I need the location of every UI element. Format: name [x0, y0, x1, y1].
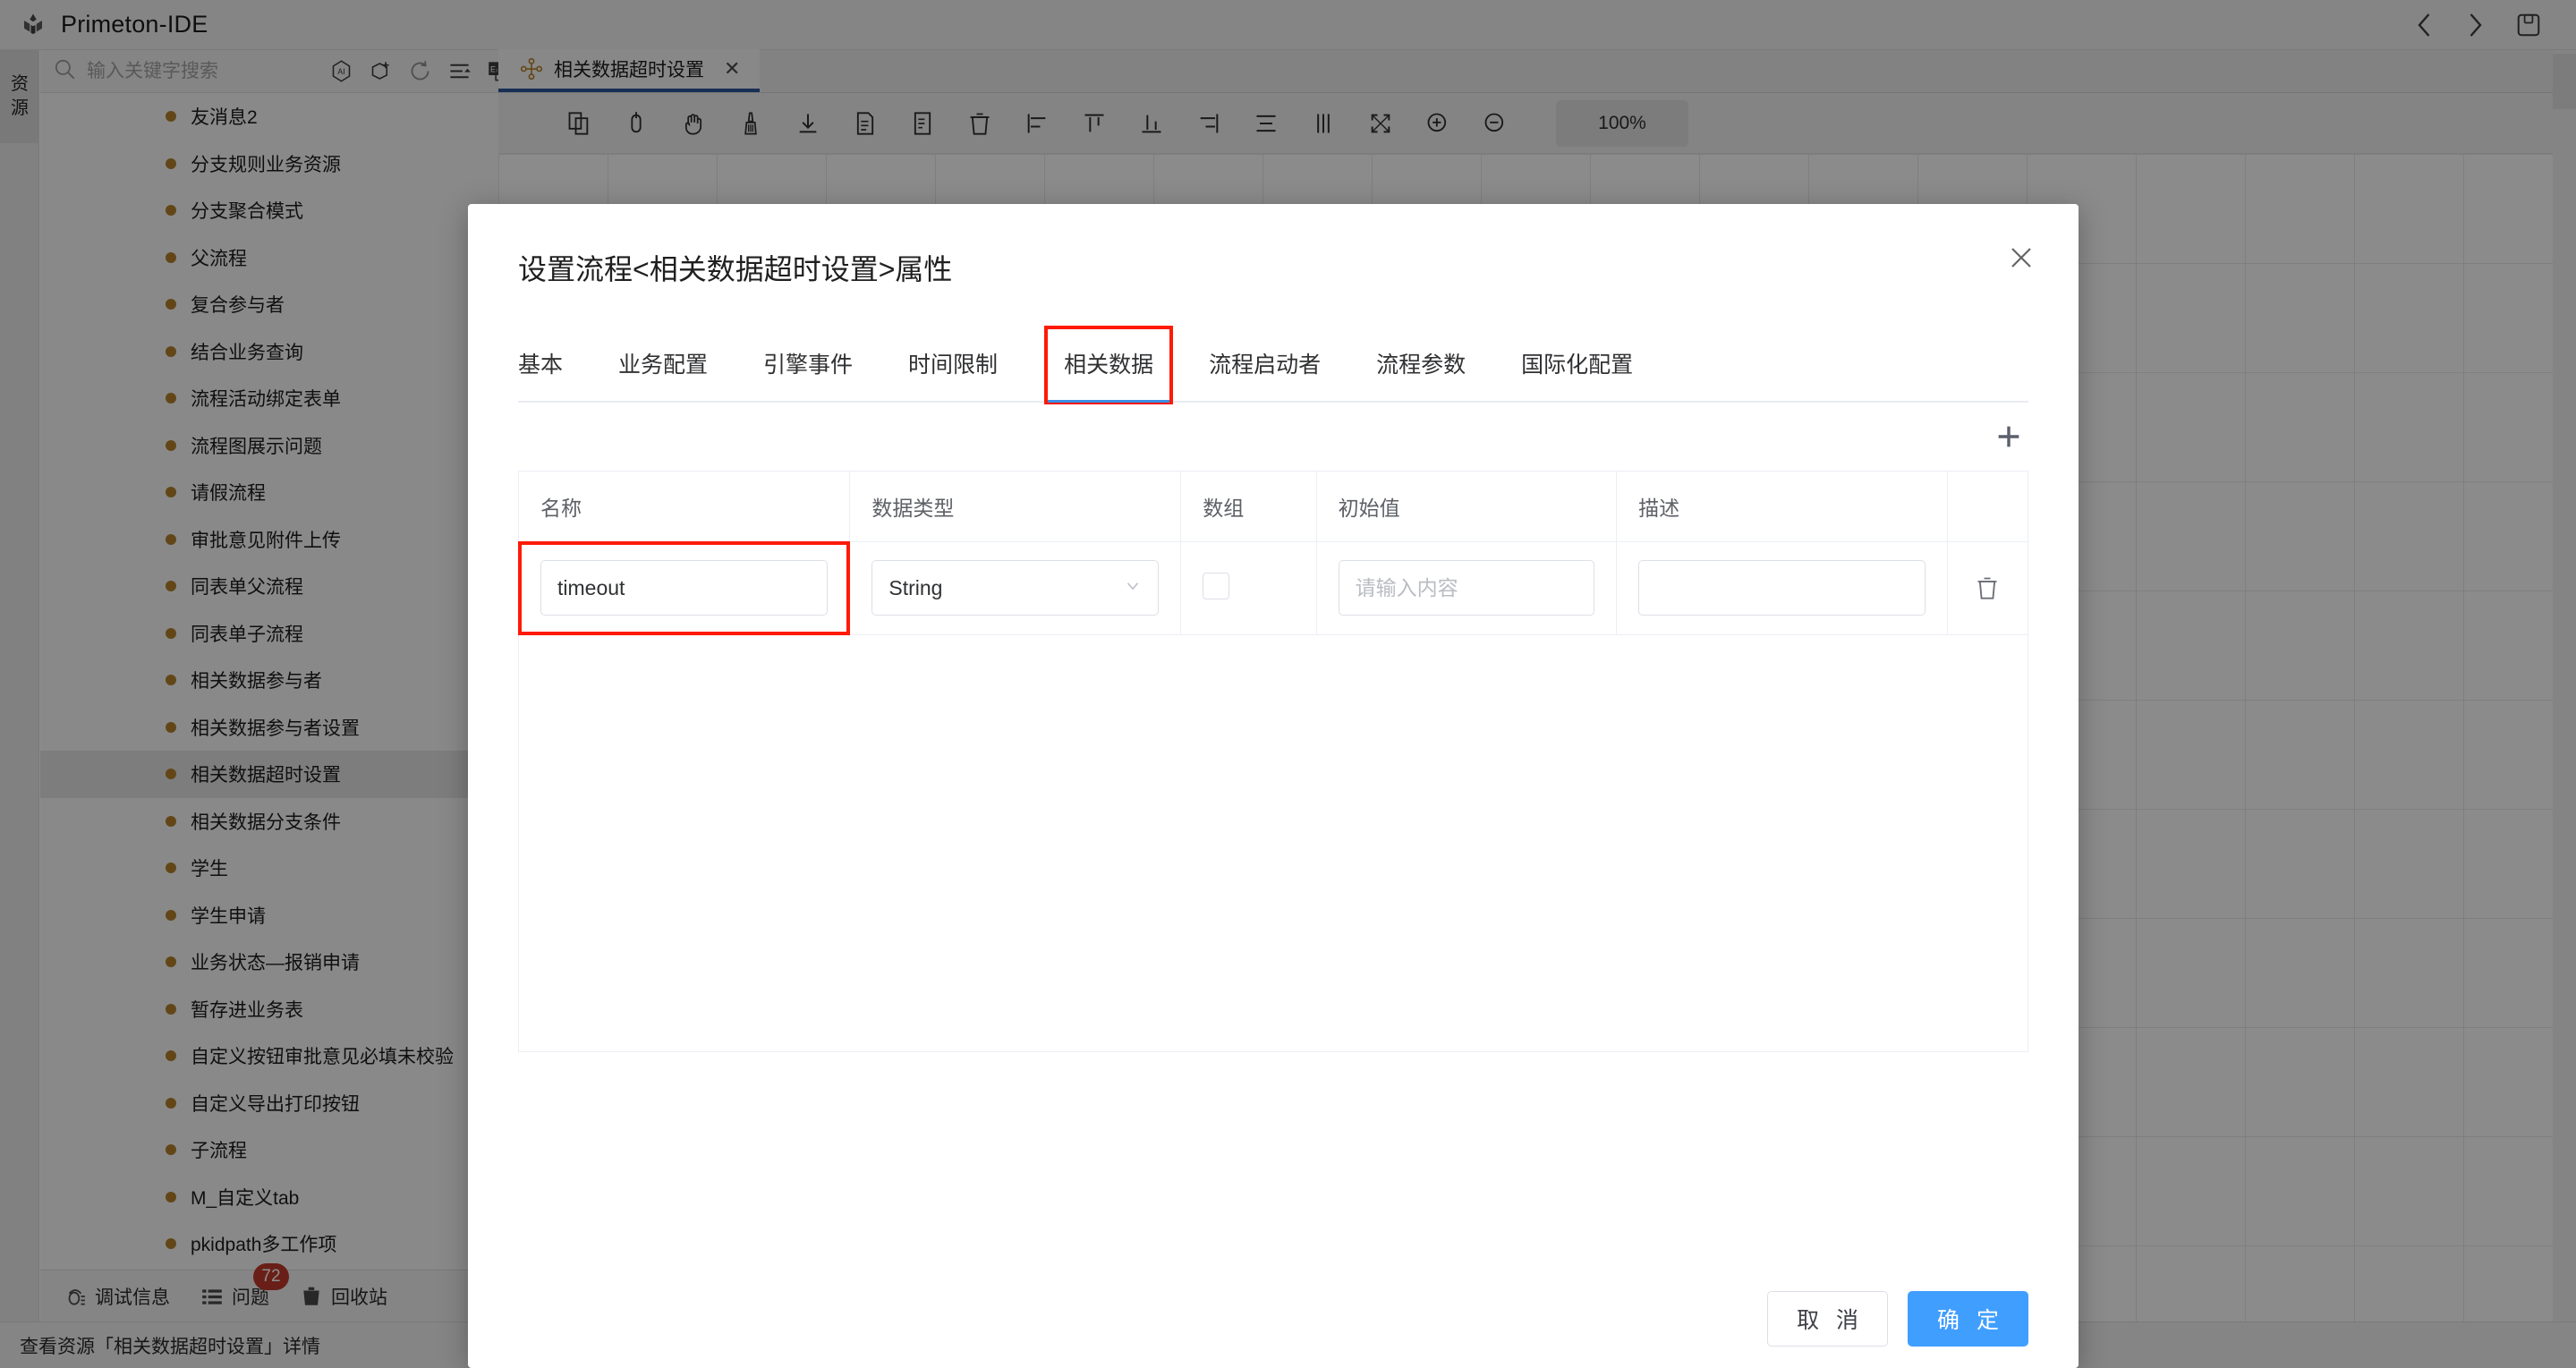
datatype-select[interactable] — [871, 560, 1159, 616]
tab-0[interactable]: 基本 — [518, 347, 563, 401]
dialog-tabs[interactable]: 基本业务配置引擎事件时间限制相关数据流程启动者流程参数国际化配置 — [518, 338, 2028, 403]
column-header-description: 描述 — [1617, 472, 1948, 541]
confirm-button[interactable]: 确 定 — [1908, 1291, 2028, 1347]
dialog-title: 设置流程<相关数据超时设置>属性 — [518, 247, 2028, 288]
cell-actions — [1947, 541, 2028, 634]
table-row — [519, 541, 2028, 634]
description-input[interactable] — [1638, 560, 1926, 616]
cell-initial-value — [1316, 541, 1616, 634]
tab-3[interactable]: 时间限制 — [908, 347, 998, 401]
tab-4[interactable]: 相关数据 — [1048, 329, 1169, 401]
tab-5[interactable]: 流程启动者 — [1209, 347, 1321, 401]
add-row-bar — [518, 403, 2028, 471]
tab-1[interactable]: 业务配置 — [618, 347, 708, 401]
app-window: Primeton-IDE 资 源 — [0, 0, 2576, 1368]
table-header-row: 名称 数据类型 数组 初始值 描述 — [519, 472, 2028, 541]
tab-7[interactable]: 国际化配置 — [1521, 347, 1633, 401]
initial-value-input[interactable] — [1339, 560, 1594, 616]
column-header-actions — [1947, 472, 2028, 541]
column-header-array: 数组 — [1181, 472, 1316, 541]
name-input[interactable] — [540, 560, 828, 616]
process-properties-dialog: 设置流程<相关数据超时设置>属性 基本 业务配置 引擎事件 时间限制相关数据流程启动者… — [468, 204, 2079, 1368]
dialog-header: 设置流程<相关数据超时设置>属性 — [468, 204, 2079, 288]
cell-description — [1617, 541, 1948, 634]
cell-array — [1181, 541, 1316, 634]
column-header-initial-value: 初始值 — [1316, 472, 1616, 541]
tab-6[interactable]: 流程参数 — [1376, 347, 1466, 401]
column-header-name: 名称 — [519, 472, 850, 541]
related-data-table: 名称 数据类型 数组 初始值 描述 — [518, 471, 2028, 635]
tab-2[interactable]: 引擎事件 — [763, 347, 853, 401]
cancel-button[interactable]: 取 消 — [1767, 1291, 1888, 1347]
cell-name — [519, 541, 850, 634]
cell-datatype — [850, 541, 1181, 634]
dialog-footer: 取 消 确 定 — [468, 1270, 2079, 1368]
array-checkbox[interactable] — [1203, 573, 1229, 599]
plus-icon[interactable] — [1989, 417, 2028, 456]
trash-icon[interactable] — [1969, 575, 2006, 600]
column-header-datatype: 数据类型 — [850, 472, 1181, 541]
close-icon[interactable] — [2003, 240, 2039, 276]
table-empty-area — [518, 635, 2028, 1052]
